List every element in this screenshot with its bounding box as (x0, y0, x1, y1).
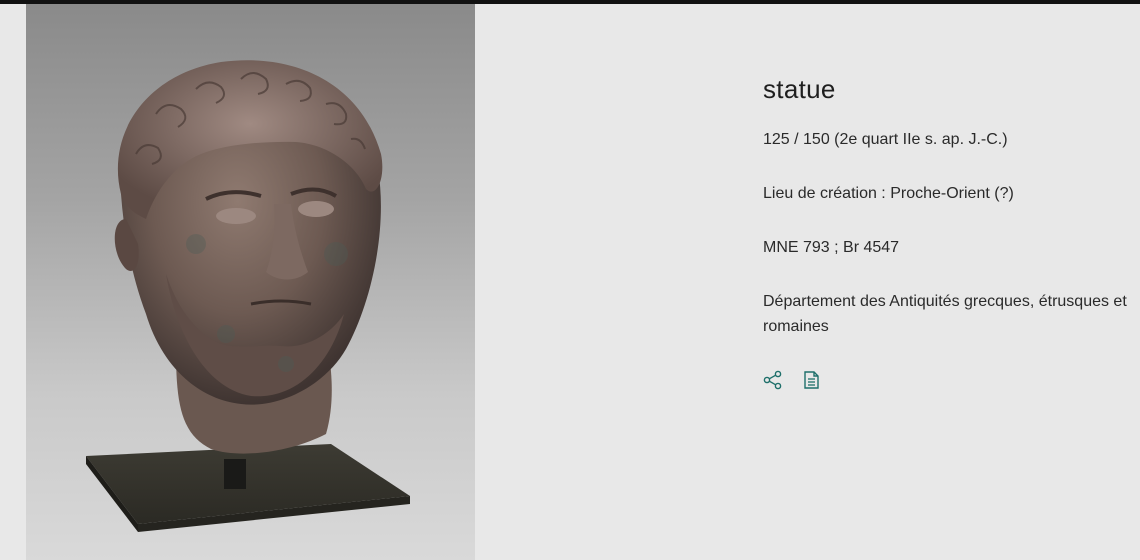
artwork-actions (763, 370, 821, 390)
artwork-place: Lieu de création : Proche-Orient (?) (763, 185, 1014, 202)
artwork-info: statue 125 / 150 (2e quart IIe s. ap. J.… (763, 74, 1140, 390)
artwork-inventory: MNE 793 ; Br 4547 (763, 239, 900, 256)
bronze-head-illustration (86, 60, 410, 532)
document-icon[interactable] (801, 370, 821, 390)
artwork-image[interactable] (26, 4, 475, 560)
artwork-department-container: Département des Antiquités grecques, étr… (763, 289, 1140, 349)
artwork-date: 125 / 150 (2e quart IIe s. ap. J.-C.) (763, 131, 1008, 148)
share-icon[interactable] (763, 370, 783, 390)
artwork-title: statue (763, 74, 836, 104)
artwork-department[interactable]: Département des Antiquités grecques, étr… (763, 289, 1140, 339)
